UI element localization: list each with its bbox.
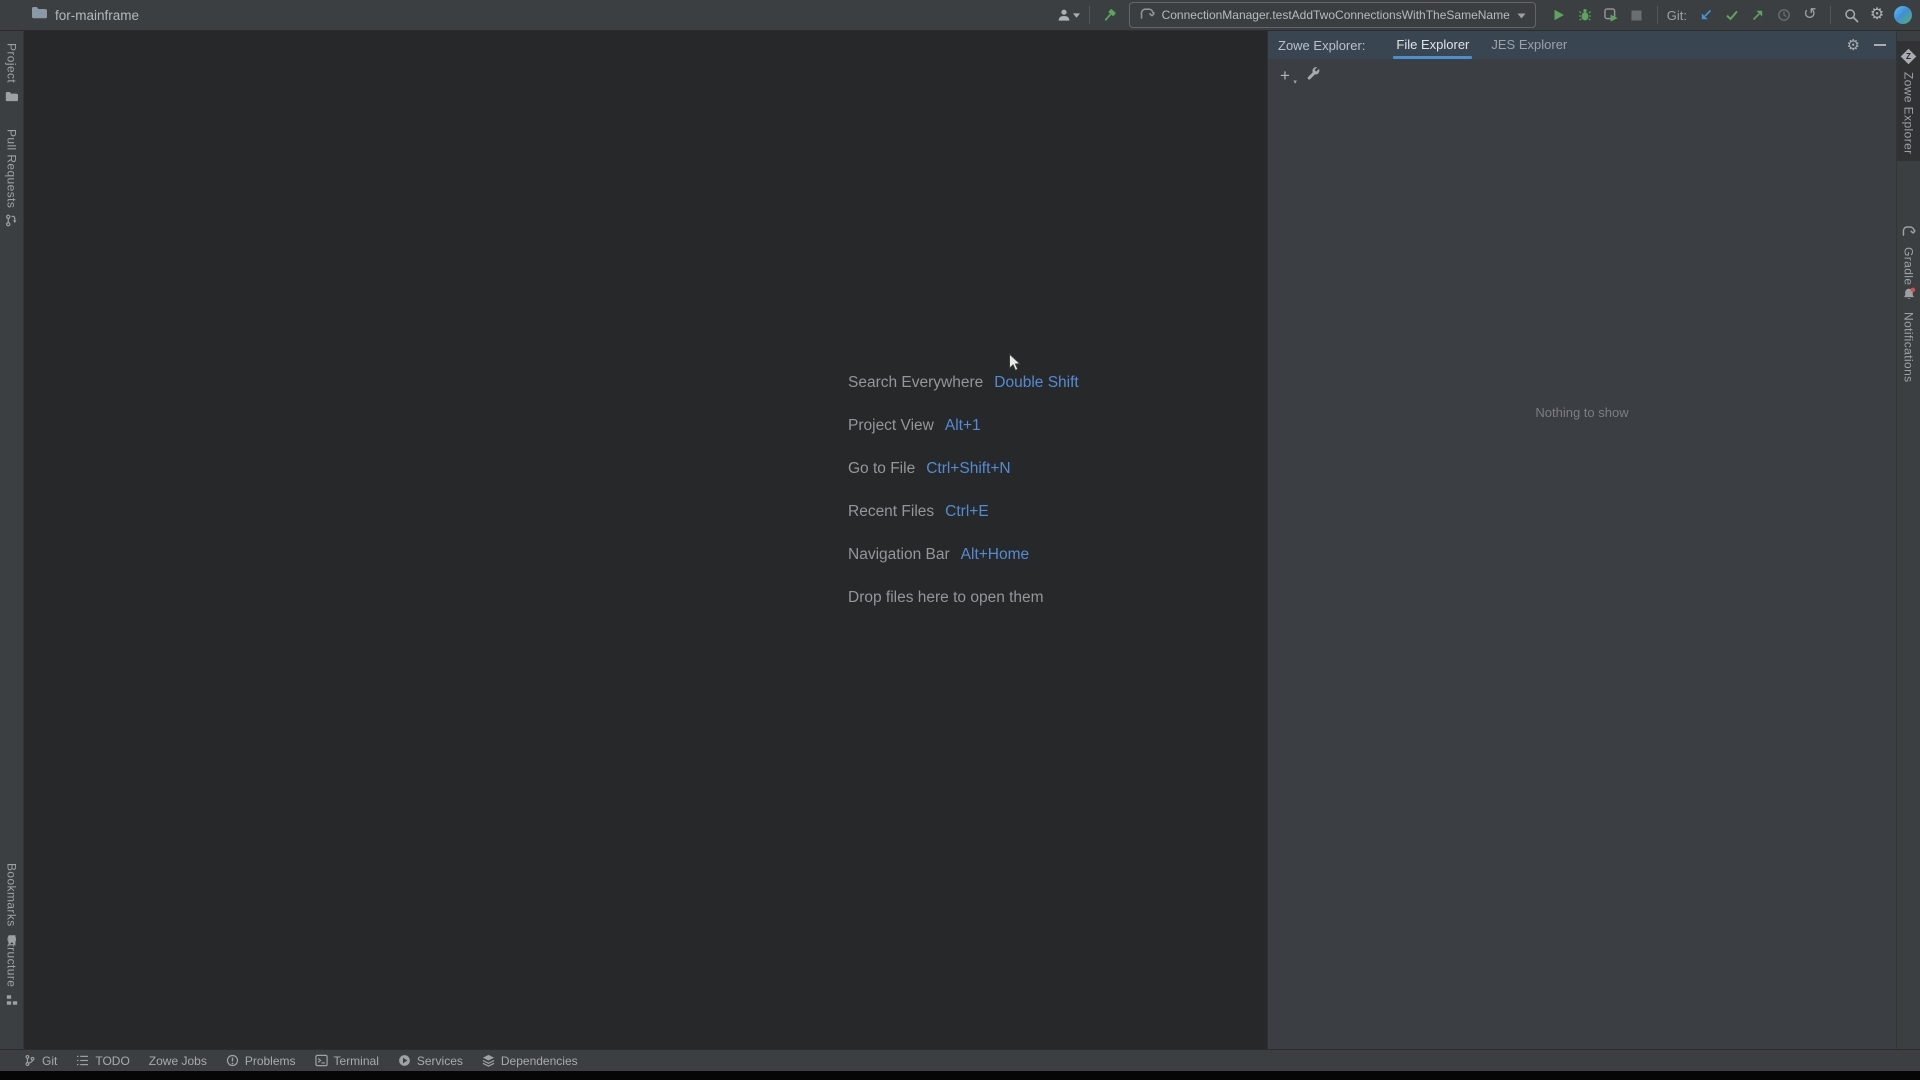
toolbar-separator <box>1088 6 1090 24</box>
user-profile-button[interactable] <box>1056 2 1082 28</box>
build-hammer-button[interactable] <box>1097 2 1123 28</box>
statusbar-item-dependencies[interactable]: Dependencies <box>482 1054 578 1068</box>
project-name: for-mainframe <box>55 7 140 23</box>
tool-stripe-zowe-explorer[interactable]: Z Zowe Explorer <box>1897 41 1920 161</box>
git-update-button[interactable] <box>1693 2 1719 28</box>
left-tool-stripe: Project Pull Requests Bookmarks Structur… <box>0 31 24 1049</box>
wrench-settings-button[interactable] <box>1306 66 1320 85</box>
toolbar-separator <box>1656 6 1658 24</box>
statusbar: Git TODO Zowe Jobs Problems Terminal Ser… <box>0 1049 1920 1071</box>
history-clock-button[interactable] <box>1771 2 1797 28</box>
tool-stripe-project[interactable]: Project <box>0 37 23 113</box>
editor-empty-area[interactable]: Search Everywhere Double Shift Project Vi… <box>25 31 1267 1049</box>
statusbar-item-zowe-jobs[interactable]: Zowe Jobs <box>149 1054 207 1068</box>
shortcut-row: Go to File Ctrl+Shift+N <box>848 460 1011 477</box>
tool-window-header: Zowe Explorer: File Explorer JES Explore… <box>1268 31 1896 59</box>
search-everywhere-button[interactable] <box>1838 2 1864 28</box>
git-commit-button[interactable] <box>1719 2 1745 28</box>
avatar[interactable] <box>1890 2 1916 28</box>
zowe-icon: Z <box>1900 48 1917 65</box>
git-push-button[interactable] <box>1745 2 1771 28</box>
panel-toolbar: + ▾ <box>1268 59 1896 91</box>
toolbar-separator <box>1830 6 1831 24</box>
screen-bottom-edge <box>0 1071 1920 1080</box>
folder-icon <box>5 89 18 107</box>
right-tool-stripe: Z Zowe Explorer Gradle Notifications <box>1896 31 1920 1049</box>
stop-button[interactable] <box>1624 2 1650 28</box>
run-configuration-name: ConnectionManager.testAddTwoConnectionsW… <box>1161 8 1510 22</box>
rollback-button[interactable]: ↺ <box>1797 2 1823 28</box>
add-connection-button[interactable]: + ▾ <box>1280 67 1297 86</box>
tool-stripe-notifications[interactable]: Notifications <box>1897 281 1920 389</box>
statusbar-item-problems[interactable]: Problems <box>226 1054 296 1068</box>
editor-shortcuts-list: Search Everywhere Double Shift Project Vi… <box>848 361 1079 619</box>
empty-state-text: Nothing to show <box>1535 405 1629 420</box>
panel-gear-icon[interactable]: ⚙ <box>1847 38 1860 53</box>
run-configuration-select[interactable]: ConnectionManager.testAddTwoConnectionsW… <box>1128 2 1536 28</box>
settings-gear-button[interactable]: ⚙ <box>1864 2 1890 28</box>
titlebar: for-mainframe ConnectionManager.testAddT… <box>0 0 1920 31</box>
gradle-icon <box>1139 6 1155 24</box>
shortcut-row: Project View Alt+1 <box>848 417 981 434</box>
statusbar-item-terminal[interactable]: Terminal <box>314 1054 379 1068</box>
debug-button[interactable] <box>1572 2 1598 28</box>
tab-jes-explorer[interactable]: JES Explorer <box>1480 31 1578 59</box>
shortcut-row: Drop files here to open them <box>848 589 1044 606</box>
zowe-explorer-panel: Zowe Explorer: File Explorer JES Explore… <box>1267 31 1896 1049</box>
structure-icon <box>6 993 18 1011</box>
ide-window: for-mainframe ConnectionManager.testAddT… <box>0 0 1920 1080</box>
gradle-icon <box>1901 223 1916 241</box>
shortcut-row: Navigation Bar Alt+Home <box>848 546 1030 563</box>
shortcut-row: Search Everywhere Double Shift <box>848 374 1079 391</box>
run-button[interactable] <box>1546 2 1572 28</box>
hide-panel-button[interactable] <box>1874 44 1886 46</box>
tool-stripe-structure[interactable]: Structure <box>0 929 23 1017</box>
tab-file-explorer[interactable]: File Explorer <box>1385 31 1480 59</box>
notification-bell-icon <box>1902 287 1916 306</box>
tool-window-title: Zowe Explorer: <box>1278 37 1366 53</box>
mouse-cursor <box>1008 352 1022 378</box>
pull-request-icon <box>5 214 18 232</box>
run-with-coverage-button[interactable] <box>1598 2 1624 28</box>
statusbar-item-todo[interactable]: TODO <box>76 1054 130 1068</box>
project-folder-icon <box>31 6 47 24</box>
shortcut-row: Recent Files Ctrl+E <box>848 503 989 520</box>
tool-stripe-pull-requests[interactable]: Pull Requests <box>0 123 23 238</box>
chevron-down-icon <box>1517 6 1526 24</box>
statusbar-item-git[interactable]: Git <box>24 1054 57 1068</box>
main-toolbar: ConnectionManager.testAddTwoConnectionsW… <box>1056 2 1920 28</box>
git-label: Git: <box>1666 7 1687 23</box>
statusbar-item-services[interactable]: Services <box>398 1054 463 1068</box>
project-title-group: for-mainframe <box>0 6 139 24</box>
